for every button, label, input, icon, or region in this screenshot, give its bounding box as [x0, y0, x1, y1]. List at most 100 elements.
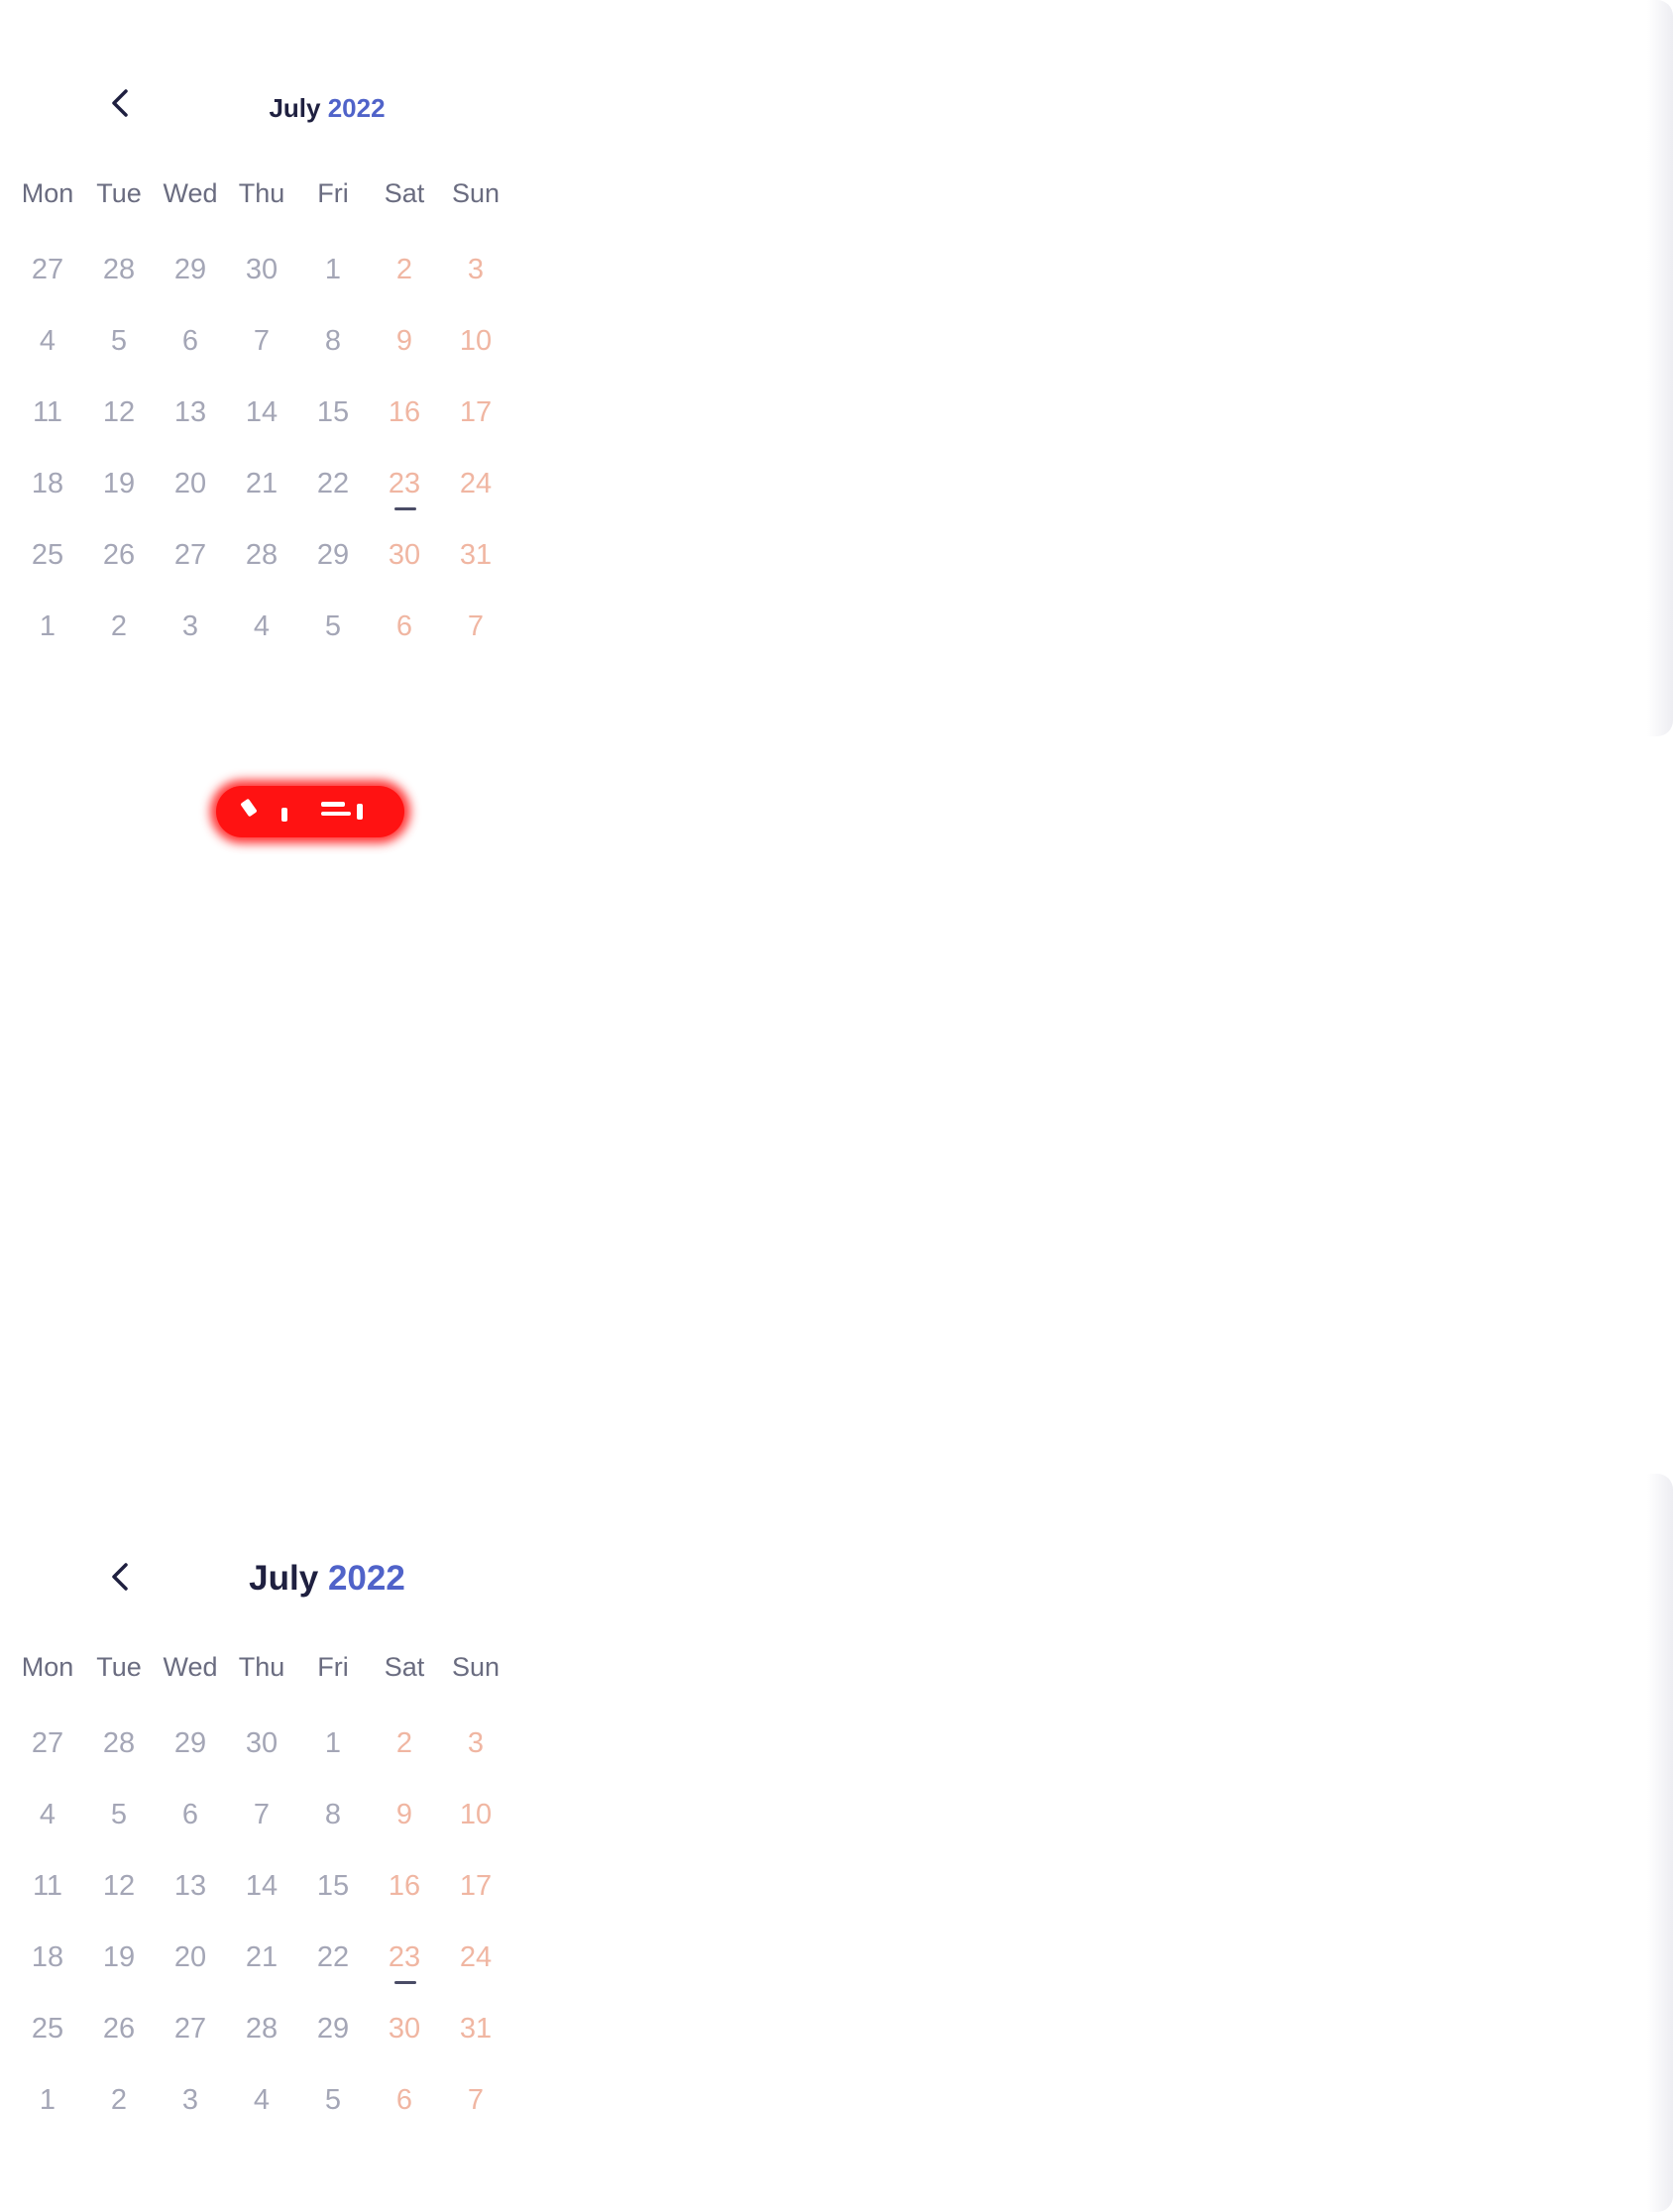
day-cell[interactable]: 29	[155, 1723, 226, 1795]
day-cell[interactable]: 2	[369, 250, 440, 321]
day-cell[interactable]: 28	[83, 1723, 155, 1795]
day-cell[interactable]: 10	[440, 321, 511, 392]
day-cell[interactable]: 11	[12, 1866, 83, 1937]
red-redaction-mark	[216, 786, 404, 837]
day-cell[interactable]: 2	[83, 607, 155, 678]
day-cell[interactable]: 10	[440, 1795, 511, 1866]
day-cell[interactable]: 4	[226, 2080, 297, 2152]
day-cell[interactable]: 7	[440, 607, 511, 678]
weekday-header-row: Mon Tue Wed Thu Fri Sat Sun	[12, 178, 511, 209]
day-cell[interactable]: 26	[83, 535, 155, 607]
day-cell[interactable]: 27	[12, 250, 83, 321]
day-cell[interactable]: 18	[12, 464, 83, 535]
day-cell[interactable]: 30	[369, 2009, 440, 2080]
day-cell[interactable]: 5	[83, 1795, 155, 1866]
day-cell[interactable]: 5	[83, 321, 155, 392]
day-cell[interactable]: 24	[440, 464, 511, 535]
day-cell[interactable]: 4	[12, 1795, 83, 1866]
day-cell[interactable]: 15	[297, 1866, 369, 1937]
day-cell[interactable]: 27	[12, 1723, 83, 1795]
day-cell[interactable]: 5	[297, 607, 369, 678]
month-year-title: July 2022	[83, 1559, 571, 1599]
day-cell[interactable]: 30	[226, 1723, 297, 1795]
weekday-label: Mon	[21, 178, 74, 208]
day-cell[interactable]: 26	[83, 2009, 155, 2080]
day-cell[interactable]: 21	[226, 1937, 297, 2009]
day-cell[interactable]: 28	[83, 250, 155, 321]
day-cell[interactable]: 16	[369, 392, 440, 464]
day-cell-today[interactable]: 23	[369, 1937, 440, 2009]
canvas: July 2022 Mon Tue Wed Thu Fri Sat Sun 27…	[0, 0, 1673, 2212]
day-cell[interactable]: 17	[440, 1866, 511, 1937]
day-cell[interactable]: 6	[369, 607, 440, 678]
day-cell[interactable]: 29	[297, 535, 369, 607]
day-cell[interactable]: 6	[155, 1795, 226, 1866]
day-cell[interactable]: 7	[226, 1795, 297, 1866]
year-label: 2022	[327, 1559, 405, 1598]
day-cell[interactable]: 9	[369, 321, 440, 392]
month-label: July	[249, 1559, 319, 1598]
day-cell[interactable]: 3	[440, 1723, 511, 1795]
day-cell[interactable]: 7	[440, 2080, 511, 2152]
day-cell[interactable]: 4	[12, 321, 83, 392]
weekday-header-row: Mon Tue Wed Thu Fri Sat Sun	[12, 1652, 511, 1683]
day-cell[interactable]: 8	[297, 321, 369, 392]
month-year-title: July 2022	[83, 93, 571, 124]
day-cell[interactable]: 3	[155, 607, 226, 678]
day-cell[interactable]: 25	[12, 535, 83, 607]
day-cell[interactable]: 12	[83, 392, 155, 464]
day-cell[interactable]: 13	[155, 392, 226, 464]
day-cell[interactable]: 13	[155, 1866, 226, 1937]
day-cell[interactable]: 18	[12, 1937, 83, 2009]
day-cell[interactable]: 3	[155, 2080, 226, 2152]
day-cell[interactable]: 29	[297, 2009, 369, 2080]
weekday-label: Fri	[317, 1652, 349, 1682]
day-cell[interactable]: 5	[297, 2080, 369, 2152]
day-cell[interactable]: 19	[83, 464, 155, 535]
day-cell[interactable]: 30	[369, 535, 440, 607]
day-cell[interactable]: 1	[297, 250, 369, 321]
day-cell[interactable]: 2	[369, 1723, 440, 1795]
day-grid: 27 28 29 30 1 2 3 4 5 6 7 8 9 10 11 12 13 14 15 16 17 18 19 20 2…	[12, 1723, 511, 2152]
day-cell[interactable]: 9	[369, 1795, 440, 1866]
day-cell[interactable]: 31	[440, 2009, 511, 2080]
day-cell[interactable]: 29	[155, 250, 226, 321]
day-cell[interactable]: 7	[226, 321, 297, 392]
day-cell[interactable]: 24	[440, 1937, 511, 2009]
calendar-header: July 2022	[83, 75, 571, 135]
day-cell[interactable]: 19	[83, 1937, 155, 2009]
day-cell[interactable]: 31	[440, 535, 511, 607]
day-cell[interactable]: 30	[226, 250, 297, 321]
day-cell[interactable]: 14	[226, 392, 297, 464]
panel-edge-shadow	[1647, 0, 1673, 736]
day-cell[interactable]: 28	[226, 535, 297, 607]
day-cell[interactable]: 2	[83, 2080, 155, 2152]
day-cell[interactable]: 20	[155, 1937, 226, 2009]
day-cell[interactable]: 15	[297, 392, 369, 464]
day-cell[interactable]: 1	[12, 607, 83, 678]
weekday-label: Fri	[317, 178, 349, 208]
day-cell[interactable]: 21	[226, 464, 297, 535]
day-cell[interactable]: 28	[226, 2009, 297, 2080]
day-cell[interactable]: 1	[12, 2080, 83, 2152]
day-cell[interactable]: 16	[369, 1866, 440, 1937]
day-cell[interactable]: 20	[155, 464, 226, 535]
day-cell-today[interactable]: 23	[369, 464, 440, 535]
day-cell[interactable]: 22	[297, 464, 369, 535]
day-cell[interactable]: 3	[440, 250, 511, 321]
panel-edge-shadow	[1647, 1474, 1673, 2212]
day-cell[interactable]: 27	[155, 535, 226, 607]
day-cell[interactable]: 12	[83, 1866, 155, 1937]
day-cell[interactable]: 4	[226, 607, 297, 678]
calendar-header: July 2022	[83, 1549, 571, 1608]
day-cell[interactable]: 1	[297, 1723, 369, 1795]
day-cell[interactable]: 22	[297, 1937, 369, 2009]
day-cell[interactable]: 17	[440, 392, 511, 464]
day-cell[interactable]: 25	[12, 2009, 83, 2080]
day-cell[interactable]: 8	[297, 1795, 369, 1866]
day-cell[interactable]: 27	[155, 2009, 226, 2080]
day-cell[interactable]: 14	[226, 1866, 297, 1937]
day-cell[interactable]: 6	[155, 321, 226, 392]
day-cell[interactable]: 11	[12, 392, 83, 464]
day-cell[interactable]: 6	[369, 2080, 440, 2152]
